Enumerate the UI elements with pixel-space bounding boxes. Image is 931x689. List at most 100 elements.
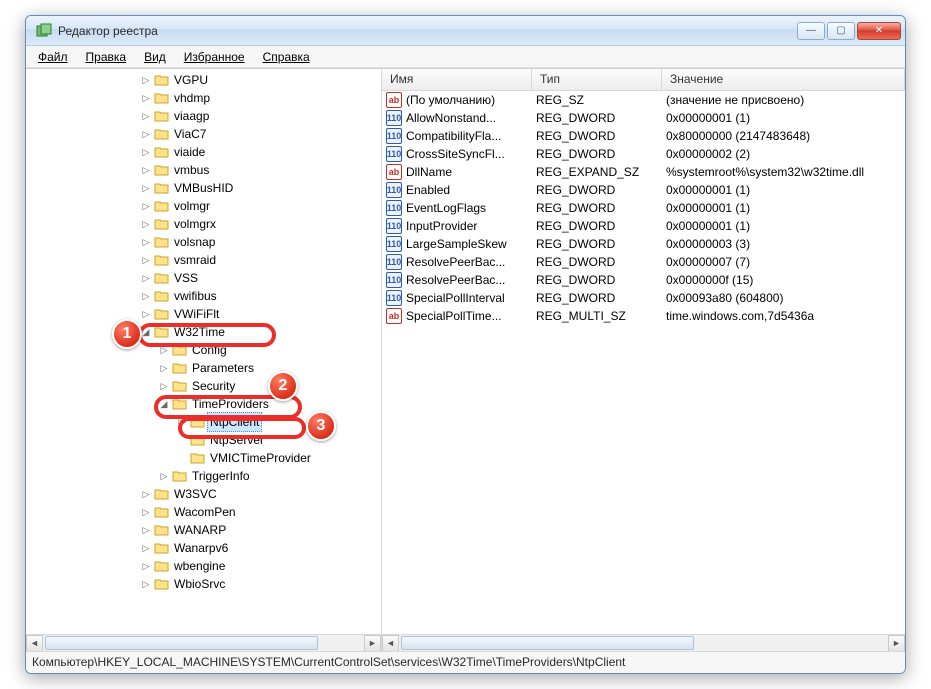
tree-item[interactable]: ▷wbengine (140, 557, 381, 575)
value-type: REG_MULTI_SZ (536, 309, 666, 323)
tree-item[interactable]: ▷TriggerInfo (158, 467, 381, 485)
minimize-button[interactable]: — (797, 22, 825, 40)
expander-icon[interactable] (176, 434, 188, 446)
value-row[interactable]: 110 CrossSiteSyncFl... REG_DWORD 0x00000… (382, 145, 905, 163)
tree-item[interactable]: ▷VMBusHID (140, 179, 381, 197)
tree-item-ntpclient[interactable]: ▷NtpClient (176, 413, 381, 431)
col-type[interactable]: Тип (532, 69, 662, 90)
folder-icon (154, 325, 170, 339)
value-row[interactable]: 110 CompatibilityFla... REG_DWORD 0x8000… (382, 127, 905, 145)
menu-edit[interactable]: Правка (78, 48, 135, 66)
expander-icon[interactable]: ▷ (158, 362, 170, 374)
expander-icon[interactable]: ▷ (140, 272, 152, 284)
expander-icon[interactable]: ▷ (140, 110, 152, 122)
scroll-right-icon[interactable]: ► (364, 635, 381, 652)
tree-item[interactable]: NtpServer (176, 431, 381, 449)
titlebar[interactable]: Редактор реестра — ▢ ✕ (26, 16, 905, 46)
expander-icon[interactable]: ▷ (140, 542, 152, 554)
tree-scroll[interactable]: ▷VGPU▷vhdmp▷viaagp▷ViaC7▷viaide▷vmbus▷VM… (26, 69, 381, 634)
value-row[interactable]: 110 SpecialPollInterval REG_DWORD 0x0009… (382, 289, 905, 307)
menu-file[interactable]: Файл (30, 48, 76, 66)
folder-icon (154, 271, 170, 285)
scroll-left-icon[interactable]: ◄ (382, 635, 399, 652)
tree-item[interactable]: ▷VGPU (140, 71, 381, 89)
values-hscroll[interactable]: ◄ ► (382, 634, 905, 651)
tree-item[interactable]: ▷VSS (140, 269, 381, 287)
tree-item[interactable]: VMICTimeProvider (176, 449, 381, 467)
value-row[interactable]: 110 InputProvider REG_DWORD 0x00000001 (… (382, 217, 905, 235)
tree-item[interactable]: ▷vmbus (140, 161, 381, 179)
col-value[interactable]: Значение (662, 69, 905, 90)
value-row[interactable]: 110 Enabled REG_DWORD 0x00000001 (1) (382, 181, 905, 199)
expander-icon[interactable]: ▷ (176, 416, 188, 428)
value-row[interactable]: ab (По умолчанию) REG_SZ (значение не пр… (382, 91, 905, 109)
tree-item[interactable]: ▷Parameters (158, 359, 381, 377)
value-row[interactable]: 110 ResolvePeerBac... REG_DWORD 0x000000… (382, 253, 905, 271)
expander-icon[interactable]: ▷ (140, 182, 152, 194)
expander-icon[interactable]: ▷ (140, 200, 152, 212)
tree-item-timeproviders[interactable]: ◢TimeProviders (158, 395, 381, 413)
expander-icon[interactable]: ▷ (140, 74, 152, 86)
expander-icon[interactable]: ▷ (140, 128, 152, 140)
tree-item[interactable]: ▷viaide (140, 143, 381, 161)
close-button[interactable]: ✕ (857, 22, 901, 40)
menu-favorites[interactable]: Избранное (176, 48, 253, 66)
expander-icon[interactable]: ▷ (140, 254, 152, 266)
tree-item[interactable]: ▷volsnap (140, 233, 381, 251)
tree-item[interactable]: ▷Wanarpv6 (140, 539, 381, 557)
tree-item[interactable]: ▷volmgr (140, 197, 381, 215)
tree-item[interactable]: ▷W3SVC (140, 485, 381, 503)
tree-hscroll[interactable]: ◄ ► (26, 634, 381, 651)
value-row[interactable]: 110 ResolvePeerBac... REG_DWORD 0x000000… (382, 271, 905, 289)
tree-item[interactable]: ▷WANARP (140, 521, 381, 539)
tree-item-w32time[interactable]: ◢W32Time (140, 323, 381, 341)
expander-icon[interactable]: ▷ (140, 290, 152, 302)
expander-icon[interactable]: ▷ (140, 308, 152, 320)
tree-item[interactable]: ▷Security (158, 377, 381, 395)
tree-item[interactable]: ▷vhdmp (140, 89, 381, 107)
tree-label: NtpServer (210, 431, 264, 449)
expander-icon[interactable]: ▷ (158, 380, 170, 392)
expander-icon[interactable]: ▷ (140, 146, 152, 158)
expander-icon[interactable]: ▷ (140, 488, 152, 500)
tree-item[interactable]: ▷ViaC7 (140, 125, 381, 143)
statusbar: Компьютер\HKEY_LOCAL_MACHINE\SYSTEM\Curr… (26, 651, 905, 673)
expander-icon[interactable]: ▷ (140, 92, 152, 104)
tree-item[interactable]: ▷WacomPen (140, 503, 381, 521)
maximize-button[interactable]: ▢ (827, 22, 855, 40)
expander-icon[interactable] (176, 452, 188, 464)
expander-icon[interactable]: ▷ (140, 236, 152, 248)
expander-icon[interactable]: ▷ (140, 164, 152, 176)
expander-icon[interactable]: ▷ (140, 506, 152, 518)
window-title: Редактор реестра (58, 24, 795, 38)
col-name[interactable]: Имя (382, 69, 532, 90)
expander-icon[interactable]: ▷ (140, 218, 152, 230)
menu-help[interactable]: Справка (255, 48, 318, 66)
tree-item[interactable]: ▷vwifibus (140, 287, 381, 305)
expander-icon[interactable]: ▷ (140, 560, 152, 572)
expander-icon[interactable]: ▷ (140, 578, 152, 590)
folder-icon (154, 181, 170, 195)
value-row[interactable]: ab SpecialPollTime... REG_MULTI_SZ time.… (382, 307, 905, 325)
tree-item[interactable]: ▷VWiFiFlt (140, 305, 381, 323)
value-row[interactable]: 110 LargeSampleSkew REG_DWORD 0x00000003… (382, 235, 905, 253)
tree-item[interactable]: ▷WbioSrvc (140, 575, 381, 593)
value-row[interactable]: 110 AllowNonstand... REG_DWORD 0x0000000… (382, 109, 905, 127)
tree-item[interactable]: ▷volmgrx (140, 215, 381, 233)
value-type: REG_DWORD (536, 111, 666, 125)
tree-item[interactable]: ▷viaagp (140, 107, 381, 125)
expander-icon[interactable]: ◢ (158, 398, 170, 410)
expander-icon[interactable]: ▷ (158, 344, 170, 356)
tree-item[interactable]: ▷vsmraid (140, 251, 381, 269)
menu-view[interactable]: Вид (136, 48, 174, 66)
scroll-right-icon[interactable]: ► (888, 635, 905, 652)
value-row[interactable]: ab DllName REG_EXPAND_SZ %systemroot%\sy… (382, 163, 905, 181)
expander-icon[interactable]: ◢ (140, 326, 152, 338)
scroll-left-icon[interactable]: ◄ (26, 635, 43, 652)
tree-item[interactable]: ▷Config (158, 341, 381, 359)
expander-icon[interactable]: ▷ (158, 470, 170, 482)
value-row[interactable]: 110 EventLogFlags REG_DWORD 0x00000001 (… (382, 199, 905, 217)
folder-icon (190, 433, 206, 447)
values-list[interactable]: ab (По умолчанию) REG_SZ (значение не пр… (382, 91, 905, 634)
expander-icon[interactable]: ▷ (140, 524, 152, 536)
